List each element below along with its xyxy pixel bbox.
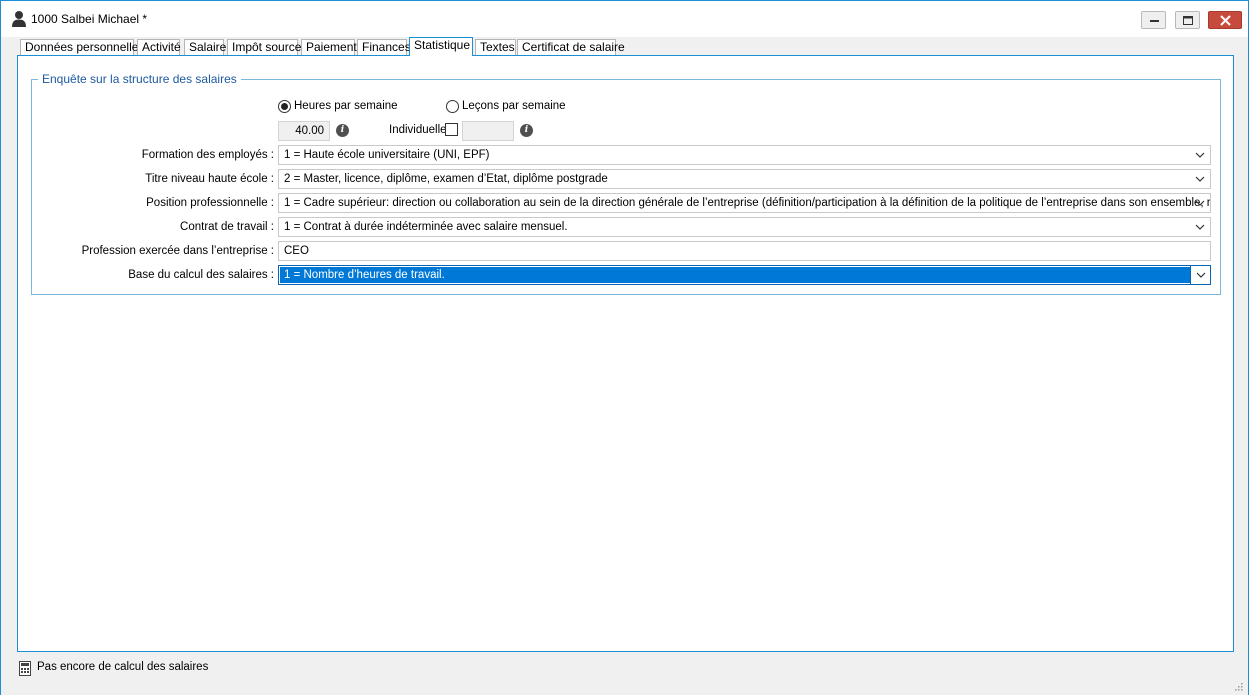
close-button[interactable] bbox=[1208, 11, 1242, 29]
titre-label: Titre niveau haute école : bbox=[145, 173, 274, 185]
tab-finances[interactable]: Finances bbox=[357, 39, 411, 56]
statistics-panel: Enquête sur la structure des salaires He… bbox=[17, 55, 1234, 652]
contrat-select[interactable]: 1 = Contrat à durée indéterminée avec sa… bbox=[278, 217, 1211, 237]
titre-value: 2 = Master, licence, diplôme, examen d’E… bbox=[284, 173, 608, 185]
profession-input[interactable]: CEO bbox=[278, 241, 1211, 261]
title-bar: 1000 Salbei Michael * bbox=[1, 1, 1248, 37]
tab-textes[interactable]: Textes bbox=[475, 39, 516, 56]
tab-statistique[interactable]: Statistique bbox=[409, 37, 473, 56]
radio-hours-label[interactable]: Heures par semaine bbox=[294, 100, 398, 112]
titre-select[interactable]: 2 = Master, licence, diplôme, examen d’E… bbox=[278, 169, 1211, 189]
formation-label: Formation des employés : bbox=[141, 149, 274, 161]
tab-certificat-de-salaire[interactable]: Certificat de salaire bbox=[517, 39, 625, 56]
radio-lessons-per-week[interactable] bbox=[446, 100, 459, 113]
chevron-down-icon[interactable] bbox=[1190, 266, 1210, 284]
formation-select[interactable]: 1 = Haute école universitaire (UNI, EPF) bbox=[278, 145, 1211, 165]
info-icon[interactable]: i bbox=[336, 124, 349, 137]
base-label: Base du calcul des salaires : bbox=[128, 269, 274, 281]
radio-hours-per-week[interactable] bbox=[278, 100, 291, 113]
chevron-down-icon[interactable] bbox=[1190, 146, 1210, 164]
status-text: Pas encore de calcul des salaires bbox=[37, 661, 209, 673]
info-icon[interactable]: i bbox=[520, 124, 533, 137]
maximize-icon bbox=[1183, 16, 1193, 25]
tab-activite[interactable]: Activité bbox=[137, 39, 181, 56]
salary-structure-group: Enquête sur la structure des salaires He… bbox=[31, 72, 1221, 295]
employee-window: 1000 Salbei Michael * Données personnell… bbox=[0, 0, 1249, 695]
base-value: 1 = Nombre d’heures de travail. bbox=[280, 267, 1190, 283]
contrat-value: 1 = Contrat à durée indéterminée avec sa… bbox=[284, 221, 568, 233]
tab-paiement[interactable]: Paiement bbox=[301, 39, 357, 56]
formation-value: 1 = Haute école universitaire (UNI, EPF) bbox=[284, 149, 490, 161]
status-bar: Pas encore de calcul des salaires bbox=[1, 653, 1248, 695]
group-title: Enquête sur la structure des salaires bbox=[38, 72, 241, 86]
tab-impot-source[interactable]: Impôt source bbox=[227, 39, 301, 56]
close-icon bbox=[1220, 15, 1231, 26]
individual-label: Individuelle bbox=[389, 124, 447, 136]
maximize-button[interactable] bbox=[1175, 11, 1200, 29]
calculator-icon bbox=[19, 661, 31, 676]
contrat-label: Contrat de travail : bbox=[180, 221, 274, 233]
minimize-button[interactable] bbox=[1141, 11, 1166, 29]
chevron-down-icon[interactable] bbox=[1190, 170, 1210, 188]
position-value: 1 = Cadre supérieur: direction ou collab… bbox=[284, 197, 1211, 209]
resize-grip-icon[interactable] bbox=[1235, 683, 1243, 691]
radio-lessons-label[interactable]: Leçons par semaine bbox=[462, 100, 566, 112]
window-title: 1000 Salbei Michael * bbox=[31, 12, 148, 26]
tab-salaire[interactable]: Salaire bbox=[184, 39, 226, 56]
tab-donnees-personnelles[interactable]: Données personnelles bbox=[20, 39, 144, 56]
position-select[interactable]: 1 = Cadre supérieur: direction ou collab… bbox=[278, 193, 1211, 213]
hours-per-week-field[interactable]: 40.00 bbox=[278, 121, 330, 141]
minimize-icon bbox=[1150, 20, 1159, 22]
profession-label: Profession exercée dans l’entreprise : bbox=[81, 245, 274, 257]
position-label: Position professionnelle : bbox=[146, 197, 274, 209]
chevron-down-icon[interactable] bbox=[1190, 218, 1210, 236]
user-icon bbox=[12, 11, 26, 27]
individual-checkbox[interactable] bbox=[445, 123, 458, 136]
base-select[interactable]: 1 = Nombre d’heures de travail. bbox=[278, 265, 1211, 285]
chevron-down-icon[interactable] bbox=[1190, 194, 1210, 212]
individual-value-field[interactable] bbox=[462, 121, 514, 141]
